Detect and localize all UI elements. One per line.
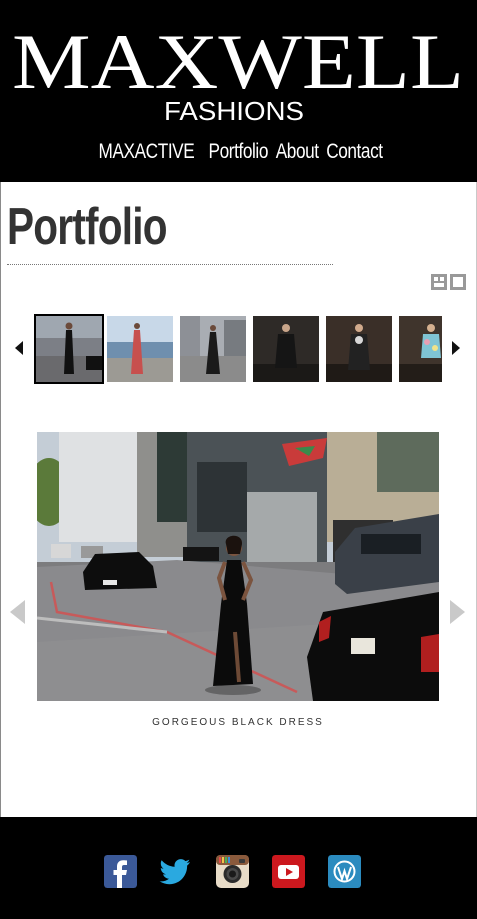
photo-caption: GORGEOUS BLACK DRESS (152, 717, 324, 728)
logo-wordmark: MAXWELL (12, 18, 464, 105)
thumbnail-strip (34, 314, 442, 384)
gallery-next-arrow-icon[interactable] (450, 600, 465, 624)
grid-view-icon[interactable] (431, 274, 447, 290)
nav-item-maxactive[interactable]: MAXACTIVE (99, 140, 195, 164)
nav-item-about[interactable]: About (276, 140, 319, 164)
gallery-prev-arrow-icon[interactable] (10, 600, 25, 624)
thumbs-next-arrow-icon[interactable] (452, 341, 460, 355)
instagram-icon[interactable] (216, 855, 249, 888)
featured-photo[interactable] (37, 432, 439, 701)
title-divider (7, 264, 333, 265)
thumbnail-red-dress[interactable] (107, 316, 173, 382)
thumbnail-black-dress[interactable] (34, 314, 104, 384)
thumbnail-runway-2[interactable] (326, 316, 392, 382)
site-header: MAXWELL FASHIONS MAXACTIVE Portfolio Abo… (0, 0, 477, 182)
nav-item-contact[interactable]: Contact (326, 140, 383, 164)
thumbs-prev-arrow-icon[interactable] (15, 341, 23, 355)
single-view-icon[interactable] (450, 274, 466, 290)
thumbnail-city-dress[interactable] (180, 316, 246, 382)
site-logo[interactable]: MAXWELL FASHIONS (0, 14, 477, 126)
thumbnail-runway-3[interactable] (399, 316, 442, 382)
wordpress-icon[interactable] (328, 855, 361, 888)
page-title: Portfolio (7, 198, 167, 256)
nav-item-portfolio[interactable]: Portfolio (208, 140, 268, 164)
logo-tagline: FASHIONS (164, 96, 304, 126)
facebook-icon[interactable] (104, 855, 137, 888)
youtube-icon[interactable] (272, 855, 305, 888)
twitter-icon[interactable] (159, 855, 192, 888)
main-nav: MAXACTIVE Portfolio About Contact (0, 140, 477, 174)
thumbnail-runway-1[interactable] (253, 316, 319, 382)
